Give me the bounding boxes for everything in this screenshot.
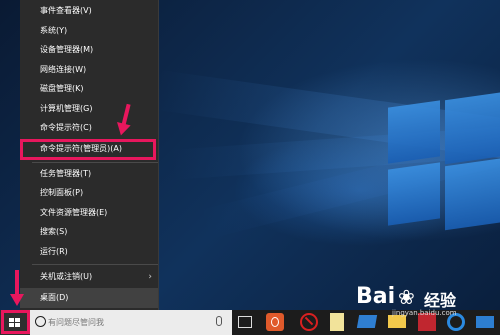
menu-item-network-connections[interactable]: 网络连接(W)	[20, 60, 158, 80]
monitor-icon[interactable]	[356, 315, 378, 328]
microphone-icon[interactable]	[216, 316, 222, 326]
stop-icon[interactable]	[300, 313, 318, 331]
task-view-icon[interactable]	[238, 316, 252, 328]
pointer-arrow-icon	[10, 270, 24, 306]
menu-item-computer-management[interactable]: 计算机管理(G)	[20, 99, 158, 119]
menu-item-command-prompt[interactable]: 命令提示符(C)	[20, 118, 158, 138]
menu-item-file-explorer[interactable]: 文件资源管理器(E)	[20, 203, 158, 223]
watermark-brand: Bai	[356, 284, 396, 309]
menu-item-task-manager[interactable]: 任务管理器(T)	[20, 164, 158, 184]
menu-item-search[interactable]: 搜索(S)	[20, 222, 158, 242]
paw-icon: ❀	[398, 285, 415, 309]
menu-separator	[32, 264, 158, 265]
menu-item-desktop[interactable]: 桌面(D)	[20, 288, 158, 308]
menu-item-label: 关机或注销(U)	[40, 272, 93, 281]
watermark-brand-cn: 经验	[424, 291, 457, 310]
chevron-right-icon: ›	[148, 272, 152, 282]
highlight-box-admin-command-prompt	[20, 139, 156, 160]
app-orange-icon[interactable]	[266, 313, 284, 331]
highlight-box-start	[1, 310, 30, 334]
menu-item-disk-management[interactable]: 磁盘管理(K)	[20, 79, 158, 99]
menu-item-event-viewer[interactable]: 事件查看器(V)	[20, 1, 158, 21]
notepad-icon[interactable]	[330, 313, 344, 331]
search-icon	[35, 316, 46, 327]
watermark-url: jingyan.baidu.com	[392, 309, 457, 317]
menu-item-control-panel[interactable]: 控制面板(P)	[20, 183, 158, 203]
mail-icon[interactable]	[476, 316, 494, 328]
menu-item-run[interactable]: 运行(R)	[20, 242, 158, 262]
windows-logo-wallpaper	[388, 91, 500, 244]
search-placeholder: 有问题尽管问我	[48, 318, 104, 327]
menu-item-device-manager[interactable]: 设备管理器(M)	[20, 40, 158, 60]
menu-separator	[32, 162, 158, 163]
menu-item-system[interactable]: 系统(Y)	[20, 21, 158, 41]
menu-item-shutdown-signout[interactable]: 关机或注销(U) ›	[20, 267, 158, 287]
